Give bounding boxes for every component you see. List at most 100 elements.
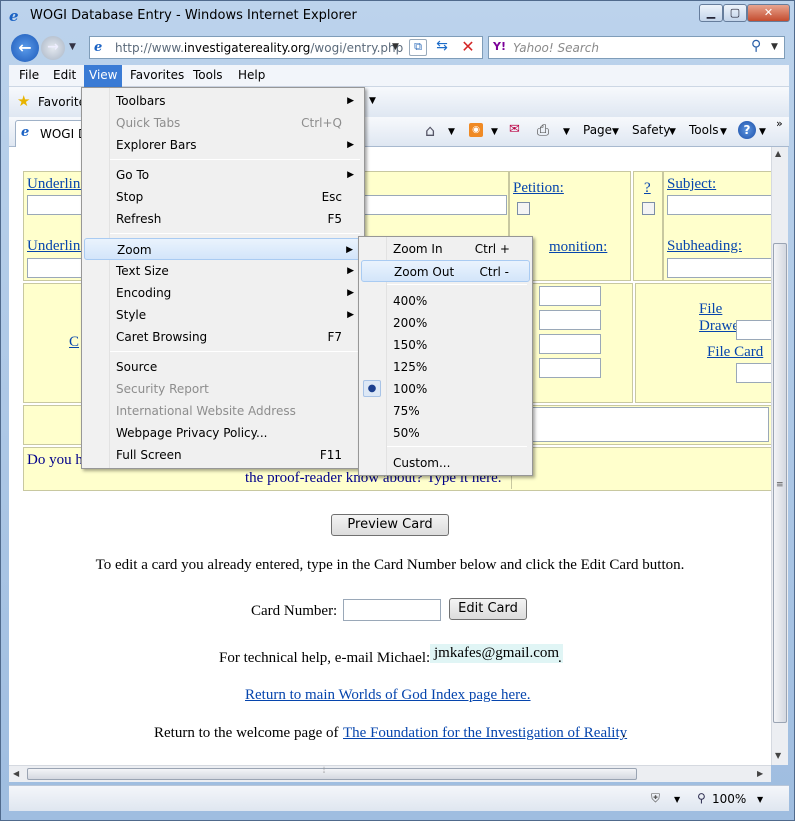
- edit-card-button[interactable]: Edit Card: [449, 598, 527, 620]
- view-menu-item-toolbars[interactable]: Toolbars ▶: [84, 90, 362, 112]
- zoom-level[interactable]: 100%: [712, 792, 746, 806]
- tools-dropdown-icon[interactable]: ▼: [720, 127, 727, 137]
- refresh-icon[interactable]: ⇆: [432, 38, 452, 57]
- menu-favorites[interactable]: Favorites: [130, 68, 184, 82]
- address-dropdown-icon[interactable]: ▼: [392, 42, 399, 52]
- view-menu-item-stop[interactable]: Stop Esc: [84, 186, 362, 208]
- zoom-menu-item-custom[interactable]: Custom...: [361, 452, 530, 474]
- back-button[interactable]: ←: [11, 34, 39, 62]
- safety-menu[interactable]: Safety: [632, 123, 670, 137]
- zoom-menu-item-400-percent[interactable]: 400%: [361, 290, 530, 312]
- foundation-link[interactable]: The Foundation for the Investigation of …: [343, 725, 627, 742]
- read-mail-icon[interactable]: ✉: [509, 122, 520, 137]
- tools-menu[interactable]: Tools: [689, 123, 719, 137]
- home-icon[interactable]: ⌂: [425, 121, 435, 140]
- detail-input-1[interactable]: [539, 286, 601, 306]
- scroll-up-icon[interactable]: ▲: [775, 149, 781, 158]
- scroll-right-icon[interactable]: ▶: [757, 769, 763, 778]
- stop-icon[interactable]: ✕: [458, 37, 478, 57]
- preview-card-button[interactable]: Preview Card: [331, 514, 449, 536]
- notes-textarea[interactable]: [529, 407, 769, 442]
- zoom-menu-item-zoom-in[interactable]: Zoom In Ctrl +: [361, 238, 530, 260]
- zoom-icon[interactable]: ⚲: [697, 791, 706, 805]
- menu-edit[interactable]: Edit: [53, 68, 76, 82]
- horizontal-scroll-thumb[interactable]: [27, 768, 637, 780]
- view-menu-item-refresh[interactable]: Refresh F5: [84, 208, 362, 230]
- protected-mode-icon[interactable]: ⛨: [651, 791, 660, 806]
- detail-input-2[interactable]: [539, 310, 601, 330]
- petition-checkbox[interactable]: [517, 202, 530, 215]
- question-checkbox[interactable]: [642, 202, 655, 215]
- favorites-dropdown-icon[interactable]: ▼: [369, 96, 376, 106]
- menu-help[interactable]: Help: [238, 68, 265, 82]
- forward-button[interactable]: →: [41, 36, 65, 60]
- view-menu-item-source[interactable]: Source: [84, 356, 362, 378]
- toolbar-overflow-icon[interactable]: »: [776, 117, 783, 130]
- help-dropdown-icon[interactable]: ▼: [759, 127, 766, 137]
- view-menu-item-explorer-bars[interactable]: Explorer Bars ▶: [84, 134, 362, 156]
- view-menu-item-encoding[interactable]: Encoding ▶: [84, 282, 362, 304]
- horizontal-scrollbar[interactable]: ◀ ⦙ ▶: [9, 765, 771, 782]
- page-dropdown-icon[interactable]: ▼: [612, 127, 619, 137]
- zoom-menu-item-75-percent[interactable]: 75%: [361, 400, 530, 422]
- print-dropdown-icon[interactable]: ▼: [563, 127, 570, 137]
- menu-file[interactable]: File: [19, 68, 39, 82]
- subject-link[interactable]: Subject:: [667, 176, 716, 193]
- minimize-button[interactable]: ▁: [699, 4, 723, 22]
- view-menu-item-style[interactable]: Style ▶: [84, 304, 362, 326]
- card-number-input[interactable]: [343, 599, 441, 621]
- feeds-dropdown-icon[interactable]: ▼: [491, 127, 498, 137]
- view-menu-item-webpage-privacy-policy[interactable]: Webpage Privacy Policy...: [84, 422, 362, 444]
- subject-input[interactable]: [667, 195, 771, 215]
- petition-link[interactable]: Petition:: [513, 180, 564, 197]
- compatibility-view-icon[interactable]: ⧉: [409, 39, 427, 56]
- zoom-menu-item-100-percent[interactable]: ● 100%: [361, 378, 530, 400]
- detail-input-3[interactable]: [539, 334, 601, 354]
- maximize-button[interactable]: ▢: [723, 4, 747, 22]
- safety-dropdown-icon[interactable]: ▼: [669, 127, 676, 137]
- file-drawer-input[interactable]: [736, 320, 771, 340]
- subheading-link[interactable]: Subheading:: [667, 238, 742, 255]
- vertical-scrollbar[interactable]: ▲ ≡ ▼: [771, 147, 788, 765]
- view-menu-item-full-screen[interactable]: Full Screen F11: [84, 444, 362, 466]
- underline-link-1[interactable]: Underline: [27, 176, 87, 193]
- zoom-menu-item-zoom-out[interactable]: Zoom Out Ctrl -: [361, 260, 530, 282]
- file-card-input[interactable]: [736, 363, 771, 383]
- return-index-link[interactable]: Return to main Worlds of God Index page …: [245, 687, 531, 704]
- underline-input-2[interactable]: [27, 258, 87, 278]
- favorites-star-icon[interactable]: ★: [17, 92, 30, 110]
- help-icon[interactable]: ?: [738, 121, 756, 139]
- menu-tools[interactable]: Tools: [193, 68, 223, 82]
- zoom-dropdown-icon[interactable]: ▼: [757, 795, 763, 804]
- detail-input-4[interactable]: [539, 358, 601, 378]
- view-menu-item-go-to[interactable]: Go To ▶: [84, 164, 362, 186]
- view-menu-item-text-size[interactable]: Text Size ▶: [84, 260, 362, 282]
- file-card-link[interactable]: File Card: [707, 344, 763, 361]
- admonition-link[interactable]: monition:: [549, 239, 607, 256]
- home-dropdown-icon[interactable]: ▼: [448, 127, 455, 137]
- subheading-input[interactable]: [667, 258, 771, 278]
- question-link[interactable]: ?: [644, 180, 651, 197]
- zoom-menu-item-50-percent[interactable]: 50%: [361, 422, 530, 444]
- search-options-icon[interactable]: ▼: [771, 42, 778, 52]
- email-address[interactable]: jmkafes@gmail.com: [430, 644, 564, 663]
- proofreader-textarea[interactable]: [511, 449, 771, 489]
- scroll-down-icon[interactable]: ▼: [775, 751, 781, 760]
- print-icon[interactable]: ⎙: [537, 121, 549, 139]
- zoom-menu-item-150-percent[interactable]: 150%: [361, 334, 530, 356]
- recent-pages-dropdown-icon[interactable]: ▼: [69, 42, 76, 52]
- feeds-icon[interactable]: ◉: [469, 123, 483, 137]
- close-button[interactable]: ✕: [747, 4, 790, 22]
- search-icon[interactable]: ⚲: [751, 38, 761, 54]
- view-menu-item-zoom[interactable]: Zoom ▶: [84, 238, 362, 260]
- zoom-menu-item-200-percent[interactable]: 200%: [361, 312, 530, 334]
- search-box[interactable]: Y! Yahoo! Search ⚲ ▼: [488, 36, 785, 59]
- protected-dropdown-icon[interactable]: ▼: [674, 795, 680, 804]
- menu-view[interactable]: View: [89, 68, 117, 82]
- zoom-menu-item-125-percent[interactable]: 125%: [361, 356, 530, 378]
- c-link[interactable]: C: [69, 334, 79, 351]
- underline-link-2[interactable]: Underline: [27, 238, 87, 255]
- view-menu-item-caret-browsing[interactable]: Caret Browsing F7: [84, 326, 362, 348]
- favorites-button[interactable]: Favorite: [38, 95, 86, 109]
- address-bar[interactable]: e http://www.investigatereality.org/wogi…: [89, 36, 483, 59]
